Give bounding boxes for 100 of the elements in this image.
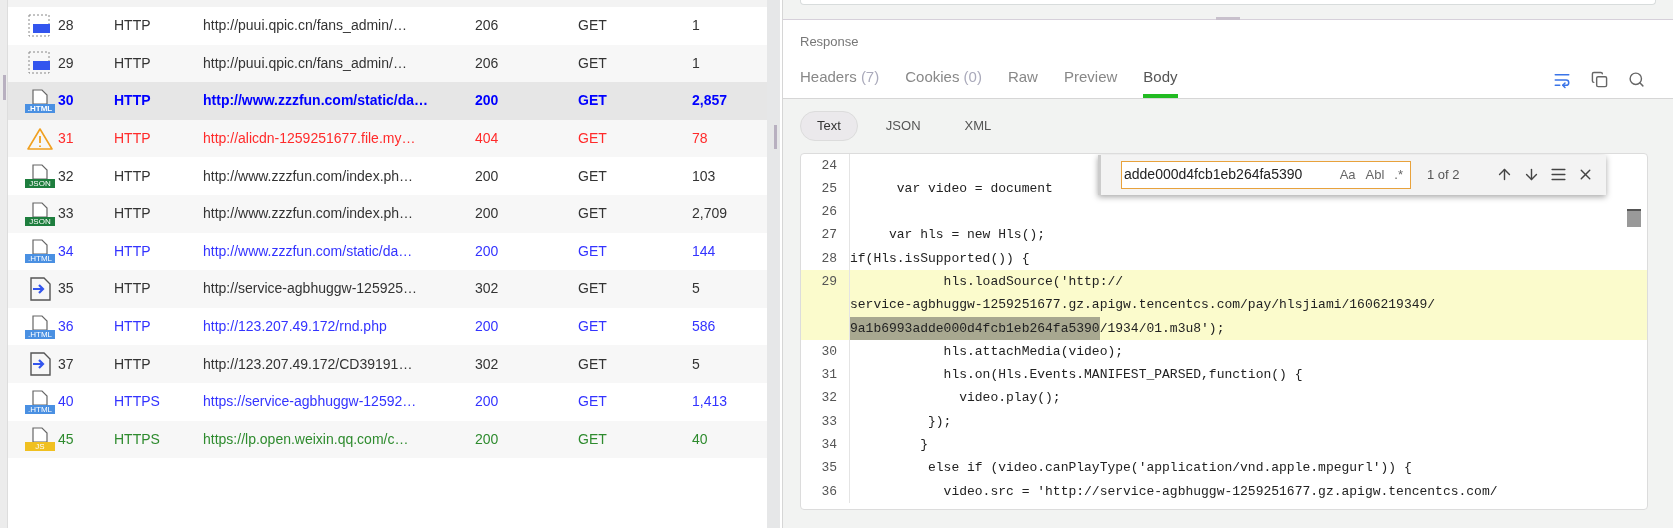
file-type-badge: .HTML [25, 254, 55, 264]
table-cell-text: GET [578, 129, 608, 149]
format-tab[interactable]: JSON [869, 110, 937, 141]
table-cell-text: http://puui.qpic.cn/fans_admin/… [203, 16, 408, 36]
table-cell-text: 200 [475, 429, 500, 449]
copy-icon[interactable] [1591, 71, 1608, 88]
table-cell-text: 1,413 [692, 392, 728, 412]
code-text: /1934/01.m3u8'); [1099, 319, 1225, 338]
table-cell-text: 404 [475, 129, 500, 149]
code-text: hls.loadSource('http:// [942, 273, 1124, 291]
file-icon [32, 389, 48, 405]
table-cell-text: 32 [58, 166, 75, 186]
code-text: if(Hls.isSupported()) { [850, 249, 1030, 268]
table-cell-text: GET [578, 279, 608, 299]
file-icon [32, 427, 48, 443]
search-text: adde000d4fcb1eb264fa5390 [1124, 165, 1303, 184]
session-row[interactable]: 37 HTTP http://123.207.49.172/CD39191… 302 GET 5 [8, 345, 767, 383]
next-match-icon[interactable] [1523, 166, 1540, 183]
table-cell-text: GET [578, 53, 608, 73]
table-cell-text: http://puui.qpic.cn/fans_admin/… [203, 53, 408, 73]
file-type-badge: .HTML [25, 404, 55, 414]
table-cell-text: 1 [692, 16, 700, 36]
table-cell-text: 34 [58, 241, 75, 261]
file-icon [32, 239, 48, 255]
section-title: Response [800, 33, 859, 51]
match-count: 1 of 2 [1427, 165, 1460, 184]
scrollbar-thumb[interactable] [774, 125, 777, 149]
file-icon [32, 201, 48, 217]
table-cell-text: 36 [58, 317, 75, 337]
table-cell-text: http://www.zzzfun.com/index.ph… [203, 166, 415, 186]
table-cell-text: http://service-agbhuggw-125925… [203, 279, 419, 299]
code-text: service-agbhuggw-1259251677.gz.apigw.tencentcs.com/pay/hlsjiami/1606219349/ [850, 296, 1436, 315]
table-cell-text: 78 [692, 129, 708, 149]
find-input[interactable]: adde000d4fcb1eb264fa5390 Aa Abl .* [1121, 160, 1411, 189]
search-icon[interactable] [1628, 71, 1645, 88]
session-row[interactable]: .HTML 30 HTTP http://www.zzzfun.com/static/da… 200 GET 2,857 [8, 82, 767, 120]
table-cell-text: http://www.zzzfun.com/index.ph… [203, 204, 415, 224]
table-cell-text: 200 [475, 166, 500, 186]
response-tab[interactable]: Headers (7) [800, 61, 880, 98]
response-tab[interactable]: Body [1143, 61, 1178, 98]
table-cell-text: HTTP [114, 354, 152, 374]
line-number: 34 [820, 436, 838, 455]
table-cell-text: 103 [692, 166, 716, 186]
session-row[interactable]: 35 HTTP http://service-agbhuggw-125925… 302 GET 5 [8, 270, 767, 308]
response-tab[interactable]: Cookies (0) [905, 61, 982, 98]
table-cell-text: https://lp.open.weixin.qq.com/c… [203, 429, 410, 449]
table-cell-text: 2,857 [692, 91, 728, 111]
file-type-badge: JSON [25, 179, 55, 189]
format-tab[interactable]: XML [948, 110, 1008, 141]
line-number: 33 [820, 412, 838, 431]
response-tab[interactable]: Preview [1063, 61, 1118, 98]
code-text: hls.attachMedia(video); [942, 342, 1124, 361]
line-number: 26 [820, 203, 838, 222]
file-type-badge: .HTML [25, 329, 55, 339]
find-option-toggle[interactable]: .* [1393, 164, 1404, 185]
session-row[interactable]: 29 HTTP http://puui.qpic.cn/fans_admin/… 206 GET 1 [8, 44, 767, 83]
session-row[interactable]: JSON 33 HTTP http://www.zzzfun.com/index.ph… 200 GET 2,709 [8, 194, 767, 233]
line-number: 27 [820, 226, 838, 245]
table-cell-text: http://123.207.49.172/rnd.php [203, 317, 388, 337]
previous-match-icon[interactable] [1496, 166, 1513, 183]
line-number: 31 [820, 366, 838, 385]
format-tab[interactable]: Text [800, 110, 858, 141]
code-text: hls.on(Hls.Events.MANIFEST_PARSED,function() { [942, 366, 1303, 385]
line-number: 25 [820, 179, 838, 198]
find-in-selection-icon[interactable] [1550, 166, 1567, 183]
table-cell-text: HTTP [114, 317, 152, 337]
table-cell-text: 5 [692, 354, 700, 374]
table-cell-text: GET [578, 354, 608, 374]
find-option-toggle[interactable]: Abl [1364, 164, 1386, 185]
file-icon [32, 164, 48, 180]
code-text: }); [927, 412, 952, 431]
table-cell-text: https://service-agbhuggw-12592… [203, 392, 418, 412]
table-cell-text: HTTPS [114, 392, 161, 412]
session-row[interactable]: JS 45 HTTPS https://lp.open.weixin.qq.com/c… 200 GET 40 [8, 420, 767, 459]
table-cell-text: 30 [58, 91, 75, 111]
scrollbar-thumb[interactable] [3, 75, 6, 100]
table-cell-text: GET [578, 91, 608, 111]
line-number: 29 [820, 273, 838, 291]
code-text: else if (video.canPlayType('application/vnd.apple.mpegurl')) { [927, 459, 1412, 478]
table-cell-text: 200 [475, 91, 500, 111]
session-row[interactable]: 31 HTTP http://alicdn-1259251677.file.my… 404 GET 78 [8, 119, 767, 158]
table-cell-text: HTTP [114, 241, 152, 261]
search-match: 9a1b6993adde000d4fcb1eb264fa5390 [850, 316, 1100, 340]
table-cell-text: http://123.207.49.172/CD39191… [203, 354, 414, 374]
table-cell-text: http://www.zzzfun.com/static/da… [203, 241, 414, 261]
response-tab[interactable]: Raw [1007, 61, 1038, 98]
table-cell-text: 302 [475, 279, 500, 299]
table-cell-text: 33 [58, 204, 75, 224]
table-cell-text: HTTP [114, 91, 152, 111]
line-number: 30 [820, 342, 838, 361]
line-number: 24 [820, 156, 838, 175]
splitter-handle[interactable] [1216, 17, 1240, 20]
code-text: var hls = new Hls(); [888, 226, 1046, 245]
find-option-toggle[interactable]: Aa [1338, 164, 1357, 185]
scroll-marker [1627, 208, 1641, 227]
table-cell-text: 31 [58, 129, 75, 149]
table-cell-text: 200 [475, 204, 500, 224]
table-cell-text: GET [578, 166, 608, 186]
table-cell-text: 200 [475, 317, 500, 337]
line-number: 28 [820, 249, 838, 268]
